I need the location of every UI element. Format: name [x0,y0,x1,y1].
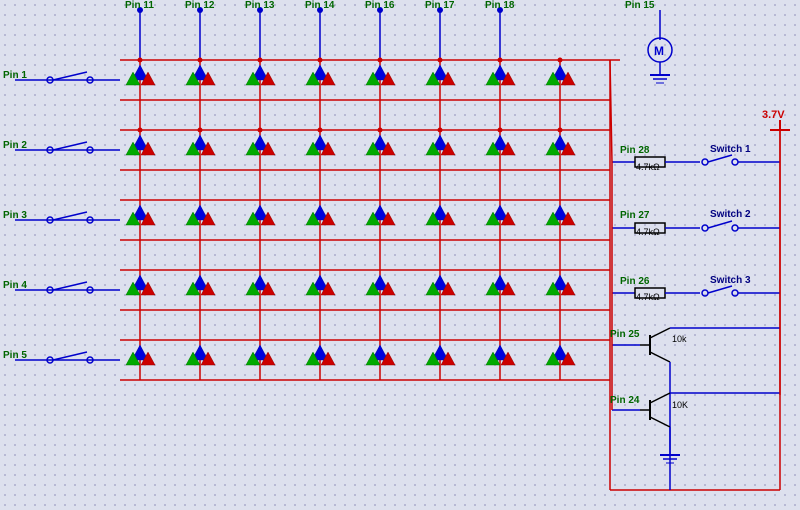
pin16-label: Pin 16 [365,0,395,11]
resistor1-label: 4.7kΩ [636,162,660,172]
pin24-label: Pin 24 [610,395,640,406]
pin14-label: Pin 14 [305,0,335,11]
pin27-label: Pin 27 [620,210,650,221]
pin13-label: Pin 13 [245,0,275,11]
pin17-label: Pin 17 [425,0,455,11]
transistor2-label: 10K [672,400,688,410]
pin25-label: Pin 25 [610,329,640,340]
pin28-label: Pin 28 [620,145,650,156]
pin2-label: Pin 2 [3,140,27,151]
switch2-label: Switch 2 [710,209,751,220]
switch1-label: Switch 1 [710,144,751,155]
svg-text:M: M [654,44,664,58]
voltage-label: 3.7V [762,109,785,121]
pin1-label: Pin 1 [3,70,27,81]
pin18-label: Pin 18 [485,0,515,11]
switch3-label: Switch 3 [710,275,751,286]
pin12-label: Pin 12 [185,0,215,11]
schematic-canvas: M [0,0,800,510]
pin15-label: Pin 15 [625,0,655,11]
transistor1-label: 10k [672,334,687,344]
pin5-label: Pin 5 [3,350,27,361]
pin11-label: Pin 11 [125,0,154,11]
pin4-label: Pin 4 [3,280,27,291]
pin26-label: Pin 26 [620,276,650,287]
pin3-label: Pin 3 [3,210,27,221]
resistor3-label: 4.7kΩ [636,292,660,302]
resistor2-label: 4.7kΩ [636,227,660,237]
